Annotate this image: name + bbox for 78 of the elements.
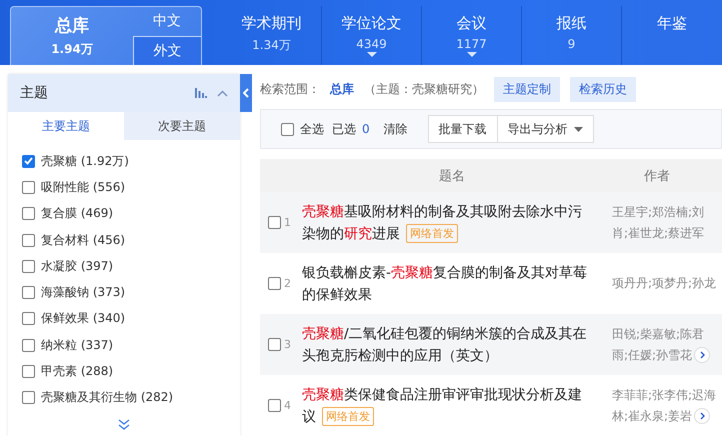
panel-tab[interactable]: 次要主题 [124,112,240,140]
checkbox[interactable] [281,122,294,136]
author-text: 李菲菲;张李伟;迟海 [612,386,716,404]
caret-icon [574,126,583,132]
checkbox[interactable] [22,312,35,326]
result-row[interactable]: 1 壳聚糖基吸附材料的制备及其吸附去除水中污染物的研究进展 网络首发 王星宇;郑浩楠;刘 肖;崔世龙;蔡进军 [260,192,722,253]
row-number: 2 [284,277,291,290]
checkbox[interactable] [22,207,35,220]
category-tab[interactable]: 学位论文 4349 [322,6,422,65]
scope-label: 检索范围： [260,80,320,98]
scope-button[interactable]: 主题定制 [494,76,560,102]
author-text: 王星宇;郑浩楠;刘 [612,204,704,220]
chevron-up-icon[interactable] [217,90,228,96]
language-tab[interactable]: 外文 [133,36,201,65]
checkbox[interactable] [22,234,35,247]
column-header: 题名 [438,168,466,184]
author-text: 项丹丹;项梦丹;孙龙 [612,275,716,292]
checkbox[interactable] [268,338,281,351]
row-number: 3 [284,338,291,351]
chevron-right-icon[interactable] [694,408,710,424]
checkbox[interactable] [268,399,281,412]
topic-label[interactable]: 壳聚糖 (1.92万) [41,152,129,170]
toolbar-button[interactable]: 导出与分析 [496,115,594,143]
category-tab[interactable]: 报纸 9 [522,6,622,65]
topic-label[interactable]: 水凝胶 (397) [41,258,114,275]
panel-title: 主题 [20,84,49,102]
query-text: （主题：壳聚糖研究） [364,80,484,98]
language-tab[interactable]: 中文 [133,7,201,36]
toolbar-button[interactable]: 批量下载 [428,115,498,143]
checkbox[interactable] [268,216,281,229]
topic-label[interactable]: 纳米粒 (337) [41,336,114,354]
article-title[interactable]: 银负载槲皮素-壳聚糖复合膜的制备及其对草莓的保鲜效果 [302,262,592,306]
caret-icon [466,52,476,57]
scope-button[interactable]: 检索历史 [570,76,636,102]
article-title[interactable]: 壳聚糖类保健食品注册审评审批现状分析及建议 网络首发 [302,384,592,428]
author-text: 林;崔永泉;姜岩 [612,408,692,424]
topic-label[interactable]: 复合膜 (469) [41,205,114,222]
category-tab[interactable]: 学术期刊 1.34万 [222,6,322,65]
checkbox[interactable] [22,180,35,194]
topic-label[interactable]: 吸附性能 (556) [41,178,126,196]
collapse-button[interactable] [240,74,252,112]
selected-label: 已选 [332,120,356,138]
database-tab[interactable]: 总库 1.94万 中文 外文 [10,6,202,65]
checkbox[interactable] [22,338,35,352]
topic-label[interactable]: 壳聚糖及其衍生物 (282) [41,389,174,406]
row-number: 1 [284,216,291,229]
topic-label[interactable]: 复合材料 (456) [41,232,126,249]
checkbox[interactable] [22,365,35,378]
checkbox[interactable] [22,260,35,273]
tag: 网络首发 [322,407,374,426]
tag: 网络首发 [406,224,458,244]
chevron-right-icon[interactable] [694,347,710,363]
bar-chart-icon[interactable] [195,88,207,98]
category-tab[interactable]: 会议 1177 [422,6,522,65]
chevron-left-icon [243,88,249,98]
checkbox[interactable] [22,154,35,168]
scope-value: 总库 [330,80,354,98]
column-header: 作者 [643,168,671,184]
tab-count: 1.94万 [51,41,93,58]
checkbox[interactable] [22,391,35,404]
checkbox[interactable] [268,277,281,290]
checkbox[interactable] [22,286,35,300]
expand-icon[interactable] [118,418,130,430]
article-title[interactable]: 壳聚糖基吸附材料的制备及其吸附去除水中污染物的研究进展 网络首发 [302,200,592,244]
author-text: 肖;崔世龙;蔡进军 [612,224,704,242]
clear-link[interactable]: 清除 [384,120,408,138]
topic-label[interactable]: 海藻酸钠 (373) [41,284,126,302]
author-text: 雨;任媛;孙雪花 [612,346,692,364]
topic-label[interactable]: 保鲜效果 (340) [41,310,126,328]
author-text: 田锐;柴嘉敏;陈君 [612,326,704,342]
caret-icon [366,52,376,57]
selected-count: 0 [362,122,370,136]
row-number: 4 [284,399,291,412]
topic-label[interactable]: 甲壳素 (288) [41,363,114,380]
select-all-label[interactable]: 全选 [300,120,324,138]
category-tab[interactable]: 年鉴 [622,6,722,65]
article-title[interactable]: 壳聚糖/二氧化硅包覆的铜纳米簇的合成及其在头孢克肟检测中的应用（英文） [302,322,592,366]
tab-label: 总库 [55,15,89,37]
